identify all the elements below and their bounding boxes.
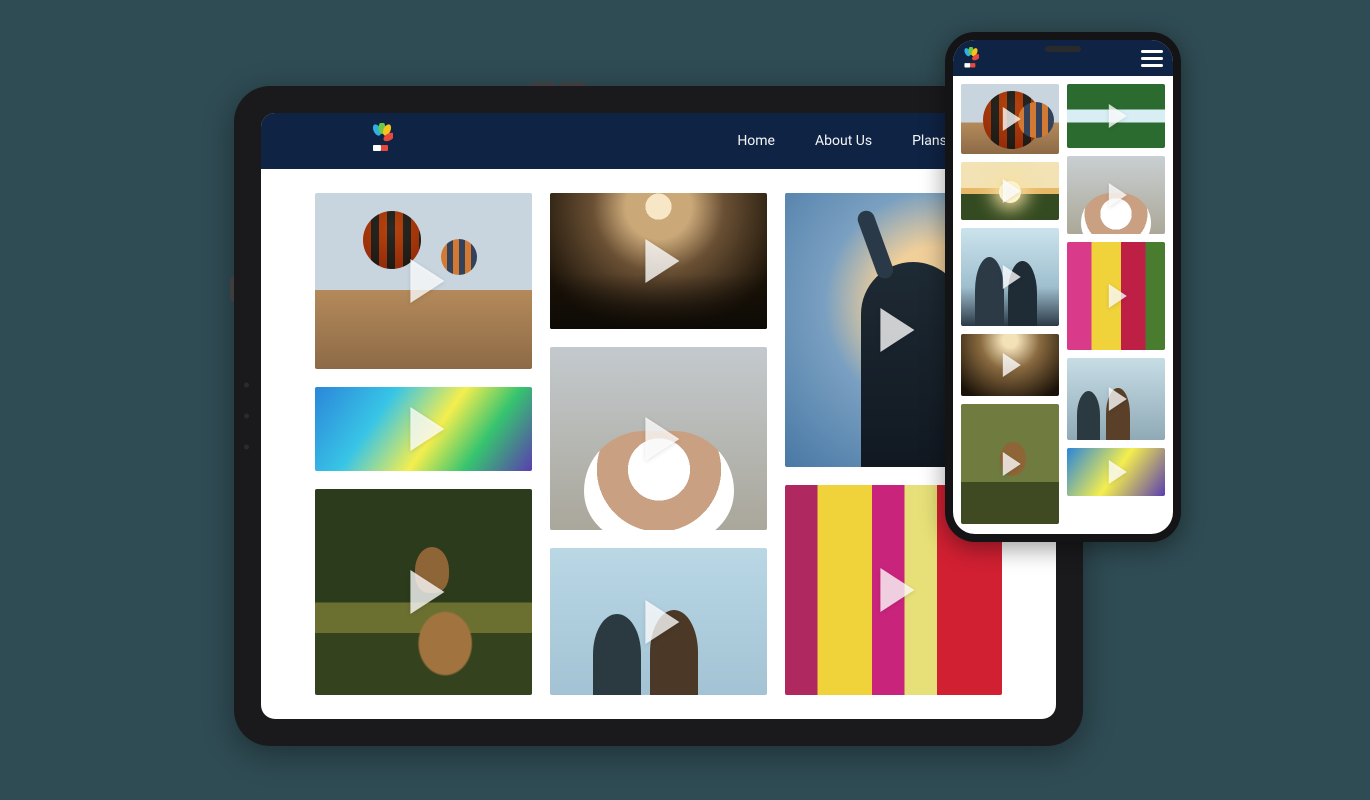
play-icon bbox=[1003, 353, 1021, 377]
video-thumb-deer[interactable] bbox=[315, 489, 532, 695]
video-thumb-waterfall[interactable] bbox=[1067, 84, 1165, 148]
play-icon bbox=[1109, 104, 1127, 128]
play-icon bbox=[410, 259, 444, 303]
video-thumb-dog[interactable] bbox=[550, 347, 767, 530]
play-icon bbox=[1109, 183, 1127, 207]
tablet-video-gallery bbox=[261, 169, 1056, 719]
tablet-navbar: Home About Us Plans C bbox=[261, 113, 1056, 169]
play-icon bbox=[1109, 387, 1127, 411]
video-thumb-friends[interactable] bbox=[550, 548, 767, 695]
play-icon bbox=[645, 239, 679, 283]
phone-video-gallery bbox=[953, 76, 1173, 534]
play-icon bbox=[1003, 179, 1021, 203]
video-thumb-worship[interactable] bbox=[961, 228, 1059, 326]
play-icon bbox=[1109, 284, 1127, 308]
play-icon bbox=[645, 417, 679, 461]
play-icon bbox=[1003, 452, 1021, 476]
video-thumb-sunset-field[interactable] bbox=[961, 162, 1059, 220]
play-icon bbox=[880, 308, 914, 352]
video-thumb-balloons[interactable] bbox=[961, 84, 1059, 154]
brand-logo[interactable] bbox=[963, 47, 979, 69]
nav-link-plans[interactable]: Plans bbox=[912, 133, 947, 149]
play-icon bbox=[645, 600, 679, 644]
play-icon bbox=[410, 570, 444, 614]
video-thumb-colorfest-sm[interactable] bbox=[1067, 448, 1165, 496]
nav-link-home[interactable]: Home bbox=[737, 133, 775, 149]
phone-camera-pill bbox=[1045, 46, 1081, 52]
video-thumb-tulips-sm[interactable] bbox=[1067, 242, 1165, 350]
tablet-screen: Home About Us Plans C bbox=[261, 113, 1056, 719]
video-thumb-concert[interactable] bbox=[550, 193, 767, 329]
nav-link-about[interactable]: About Us bbox=[815, 133, 872, 149]
play-icon bbox=[410, 407, 444, 451]
video-thumb-colorfest[interactable] bbox=[315, 387, 532, 471]
video-thumb-dog-sm[interactable] bbox=[1067, 156, 1165, 234]
play-icon bbox=[880, 568, 914, 612]
video-thumb-balloons[interactable] bbox=[315, 193, 532, 369]
hamburger-icon[interactable] bbox=[1141, 50, 1163, 67]
phone-screen bbox=[953, 40, 1173, 534]
video-thumb-friends-sm[interactable] bbox=[1067, 358, 1165, 440]
play-icon bbox=[1003, 107, 1021, 131]
video-thumb-deer-sm[interactable] bbox=[961, 404, 1059, 524]
play-icon bbox=[1003, 265, 1021, 289]
video-thumb-concert-sm[interactable] bbox=[961, 334, 1059, 396]
play-icon bbox=[1109, 460, 1127, 484]
tablet-hw-button bbox=[560, 82, 586, 86]
phone-device-frame bbox=[945, 32, 1181, 542]
tablet-speaker-dots bbox=[244, 383, 249, 450]
tablet-hw-button bbox=[230, 276, 234, 302]
tablet-hw-button bbox=[530, 82, 556, 86]
brand-logo[interactable] bbox=[371, 123, 393, 153]
